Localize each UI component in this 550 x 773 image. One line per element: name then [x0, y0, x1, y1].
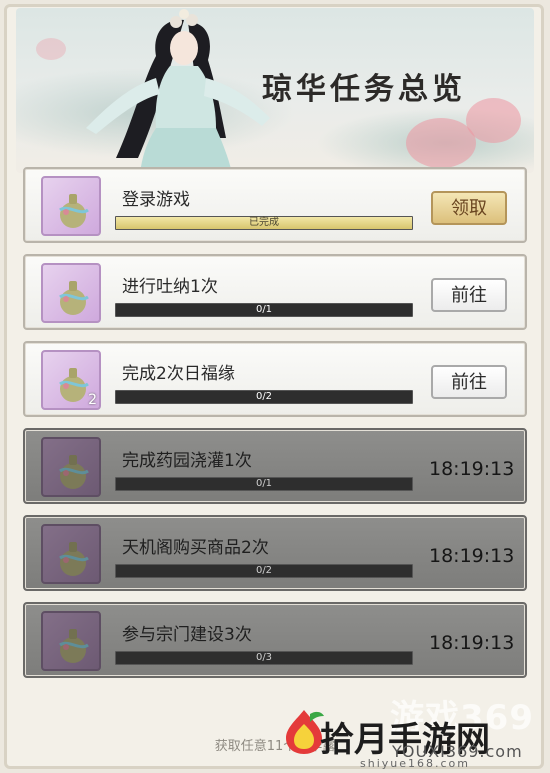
jade-vase-icon — [59, 542, 89, 576]
task-name: 完成药园浇灌1次 — [122, 451, 252, 471]
blossom-decoration — [466, 98, 521, 143]
go-button[interactable]: 前往 — [431, 278, 507, 312]
countdown-timer: 18:19:13 — [429, 458, 515, 480]
task-name: 登录游戏 — [122, 190, 190, 210]
go-button[interactable]: 前往 — [431, 365, 507, 399]
task-card: 2 完成2次日福缘 0/2 前往 — [23, 341, 527, 417]
progress-text: 已完成 — [249, 217, 279, 228]
header-banner: 琼华任务总览 — [16, 8, 534, 173]
progress-bar: 0/2 — [115, 564, 413, 578]
reward-item-slot[interactable]: 2 — [41, 350, 101, 410]
watermark-url: shiyue168.com — [360, 757, 470, 770]
countdown-timer: 18:19:13 — [429, 545, 515, 567]
jade-vase-icon — [59, 281, 89, 315]
task-card-locked: 参与宗门建设3次 0/3 18:19:13 — [23, 602, 527, 678]
progress-bar: 0/3 — [115, 651, 413, 665]
progress-bar: 0/1 — [115, 303, 413, 317]
task-card-locked: 天机阁购买商品2次 0/2 18:19:13 — [23, 515, 527, 591]
progress-text: 0/2 — [255, 565, 273, 576]
progress-bar: 已完成 — [115, 216, 413, 230]
progress-text: 0/2 — [255, 391, 273, 402]
progress-text: 0/1 — [255, 478, 273, 489]
reward-item-slot[interactable] — [41, 176, 101, 236]
reward-item-slot[interactable] — [41, 524, 101, 584]
jade-vase-icon — [59, 629, 89, 663]
task-name: 参与宗门建设3次 — [122, 625, 252, 645]
task-card: 登录游戏 已完成 领取 — [23, 167, 527, 243]
task-card: 进行吐纳1次 0/1 前往 — [23, 254, 527, 330]
progress-bar: 0/2 — [115, 390, 413, 404]
blossom-decoration — [406, 118, 476, 168]
task-name: 进行吐纳1次 — [122, 277, 218, 297]
task-name: 完成2次日福缘 — [122, 364, 235, 384]
task-card-locked: 完成药园浇灌1次 0/1 18:19:13 — [23, 428, 527, 504]
page-title: 琼华任务总览 — [262, 72, 466, 107]
progress-bar: 0/1 — [115, 477, 413, 491]
jade-vase-icon — [59, 455, 89, 489]
fairy-character-illustration — [86, 9, 270, 173]
jade-vase-icon — [59, 194, 89, 228]
progress-text: 0/1 — [255, 304, 273, 315]
reward-item-slot[interactable] — [41, 611, 101, 671]
item-count: 2 — [88, 392, 97, 408]
countdown-timer: 18:19:13 — [429, 632, 515, 654]
reward-item-slot[interactable] — [41, 263, 101, 323]
task-name: 天机阁购买商品2次 — [122, 538, 269, 558]
progress-text: 0/3 — [255, 652, 273, 663]
claim-button[interactable]: 领取 — [431, 191, 507, 225]
reward-item-slot[interactable] — [41, 437, 101, 497]
